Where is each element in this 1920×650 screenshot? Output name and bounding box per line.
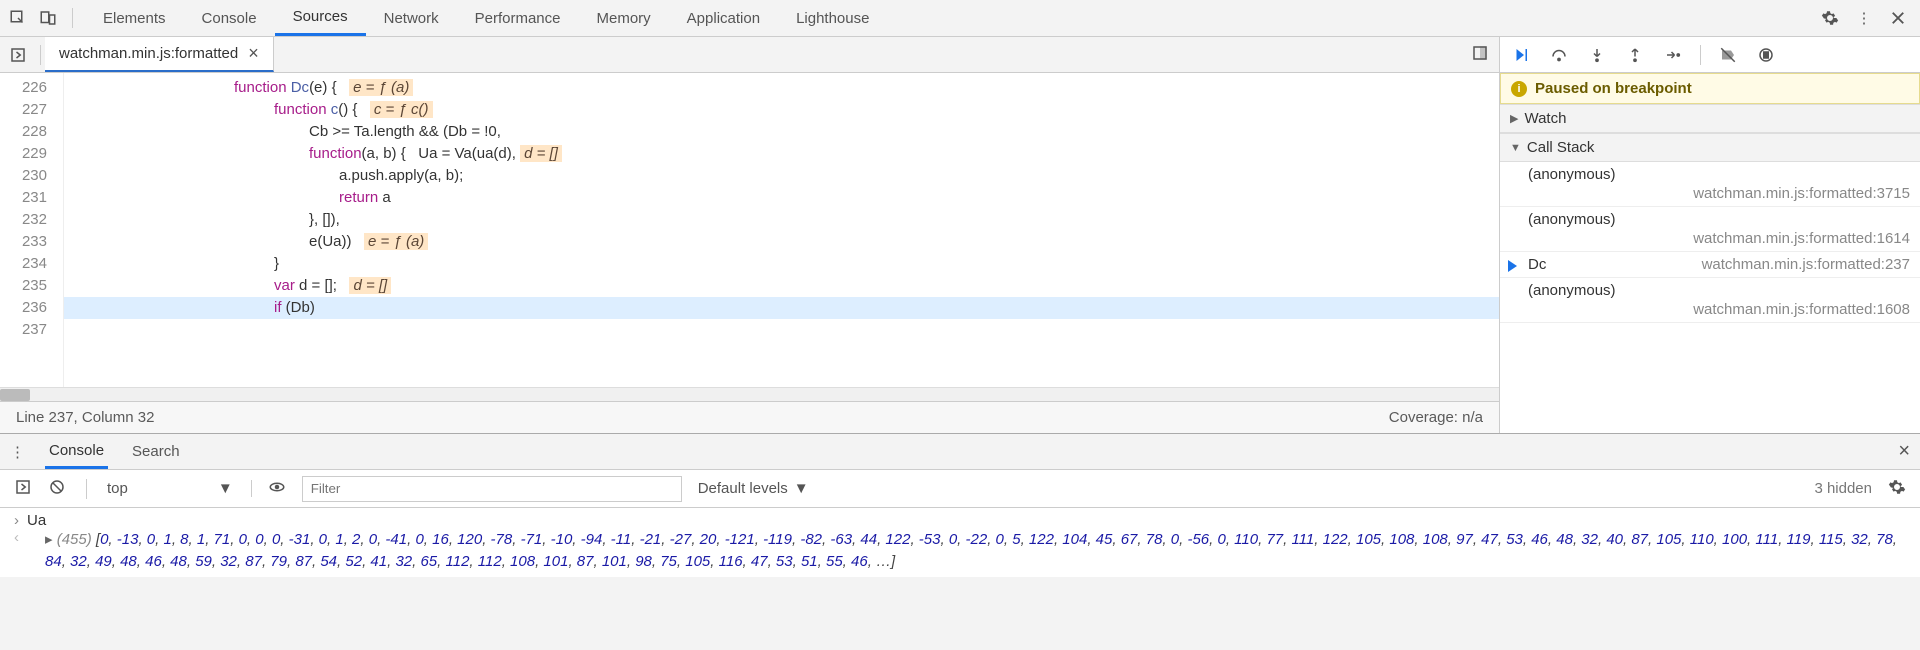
console-drawer: ⋮ Console Search × top▼ Default levels▼ … — [0, 433, 1920, 577]
log-levels-select[interactable]: Default levels▼ — [698, 480, 809, 497]
console-input: Ua — [27, 512, 46, 529]
device-toggle-icon[interactable] — [38, 8, 58, 28]
main-tabs: ElementsConsoleSourcesNetworkPerformance… — [85, 0, 887, 36]
step-out-icon[interactable] — [1624, 44, 1646, 66]
stack-frame[interactable]: Dcwatchman.min.js:formatted:237 — [1500, 252, 1920, 278]
file-nav-icon[interactable] — [0, 46, 36, 64]
h-scrollbar[interactable] — [0, 387, 1499, 401]
close-devtools-icon[interactable] — [1888, 8, 1908, 28]
console-input-row[interactable]: › Ua — [14, 512, 1906, 529]
array-preview[interactable]: ▸ (455) [0, -13, 0, 1, 8, 1, 71, 0, 0, 0… — [27, 529, 1906, 573]
step-over-icon[interactable] — [1548, 44, 1570, 66]
file-tab-label: watchman.min.js:formatted — [59, 45, 238, 62]
tab-elements[interactable]: Elements — [85, 0, 184, 36]
file-tab[interactable]: watchman.min.js:formatted × — [45, 37, 274, 72]
tab-search[interactable]: Search — [128, 434, 184, 469]
kebab-icon[interactable]: ⋮ — [1854, 8, 1874, 28]
gutter: 226227228229230231232233234235236237 — [0, 73, 64, 387]
console-output-row[interactable]: ‹ ▸ (455) [0, -13, 0, 1, 8, 1, 71, 0, 0,… — [14, 529, 1906, 573]
tab-console[interactable]: Console — [184, 0, 275, 36]
stack-frame[interactable]: (anonymous)watchman.min.js:formatted:160… — [1500, 278, 1920, 323]
step-into-icon[interactable] — [1586, 44, 1608, 66]
live-expression-icon[interactable] — [268, 478, 286, 500]
code-editor[interactable]: 226227228229230231232233234235236237 fun… — [0, 73, 1499, 387]
tab-network[interactable]: Network — [366, 0, 457, 36]
tab-lighthouse[interactable]: Lighthouse — [778, 0, 887, 36]
run-icon[interactable] — [14, 478, 32, 500]
pause-banner: i Paused on breakpoint — [1500, 73, 1920, 104]
context-select[interactable]: top▼ — [107, 480, 252, 497]
resume-icon[interactable] — [1510, 44, 1532, 66]
callstack-section[interactable]: ▼Call Stack — [1500, 133, 1920, 162]
filter-input[interactable] — [302, 476, 682, 502]
output-caret-icon: ‹ — [14, 529, 19, 546]
info-icon: i — [1511, 81, 1527, 97]
close-drawer-icon[interactable]: × — [1898, 440, 1910, 463]
tab-console[interactable]: Console — [45, 434, 108, 469]
settings-icon[interactable] — [1820, 8, 1840, 28]
callstack-list: (anonymous)watchman.min.js:formatted:371… — [1500, 162, 1920, 323]
tab-memory[interactable]: Memory — [579, 0, 669, 36]
tab-performance[interactable]: Performance — [457, 0, 579, 36]
close-icon[interactable]: × — [248, 43, 259, 64]
toggle-sidebar-icon[interactable] — [1471, 44, 1499, 66]
prompt-icon: › — [14, 512, 19, 529]
coverage-status: Coverage: n/a — [1389, 409, 1483, 426]
stack-frame[interactable]: (anonymous)watchman.min.js:formatted:161… — [1500, 207, 1920, 252]
watch-section[interactable]: ▶Watch — [1500, 104, 1920, 133]
tab-application[interactable]: Application — [669, 0, 778, 36]
console-settings-icon[interactable] — [1888, 478, 1906, 500]
pause-exceptions-icon[interactable] — [1755, 44, 1777, 66]
hidden-count[interactable]: 3 hidden — [1814, 480, 1872, 497]
clear-console-icon[interactable] — [48, 478, 66, 500]
editor-status-bar: Line 237, Column 32 Coverage: n/a — [0, 401, 1499, 433]
drawer-kebab-icon[interactable]: ⋮ — [10, 443, 25, 461]
deactivate-breakpoints-icon[interactable] — [1717, 44, 1739, 66]
debugger-sidebar: i Paused on breakpoint ▶Watch ▼Call Stac… — [1500, 37, 1920, 433]
debug-controls — [1500, 37, 1920, 73]
file-tab-bar: watchman.min.js:formatted × — [0, 37, 1499, 73]
inspect-icon[interactable] — [8, 8, 28, 28]
tab-sources[interactable]: Sources — [275, 0, 366, 36]
cursor-position: Line 237, Column 32 — [16, 409, 154, 426]
devtools-toolbar: ElementsConsoleSourcesNetworkPerformance… — [0, 0, 1920, 37]
pause-message: Paused on breakpoint — [1535, 80, 1692, 97]
code-lines: function Dc(e) { e = ƒ (a)function c() {… — [64, 73, 1499, 387]
step-icon[interactable] — [1662, 44, 1684, 66]
stack-frame[interactable]: (anonymous)watchman.min.js:formatted:371… — [1500, 162, 1920, 207]
